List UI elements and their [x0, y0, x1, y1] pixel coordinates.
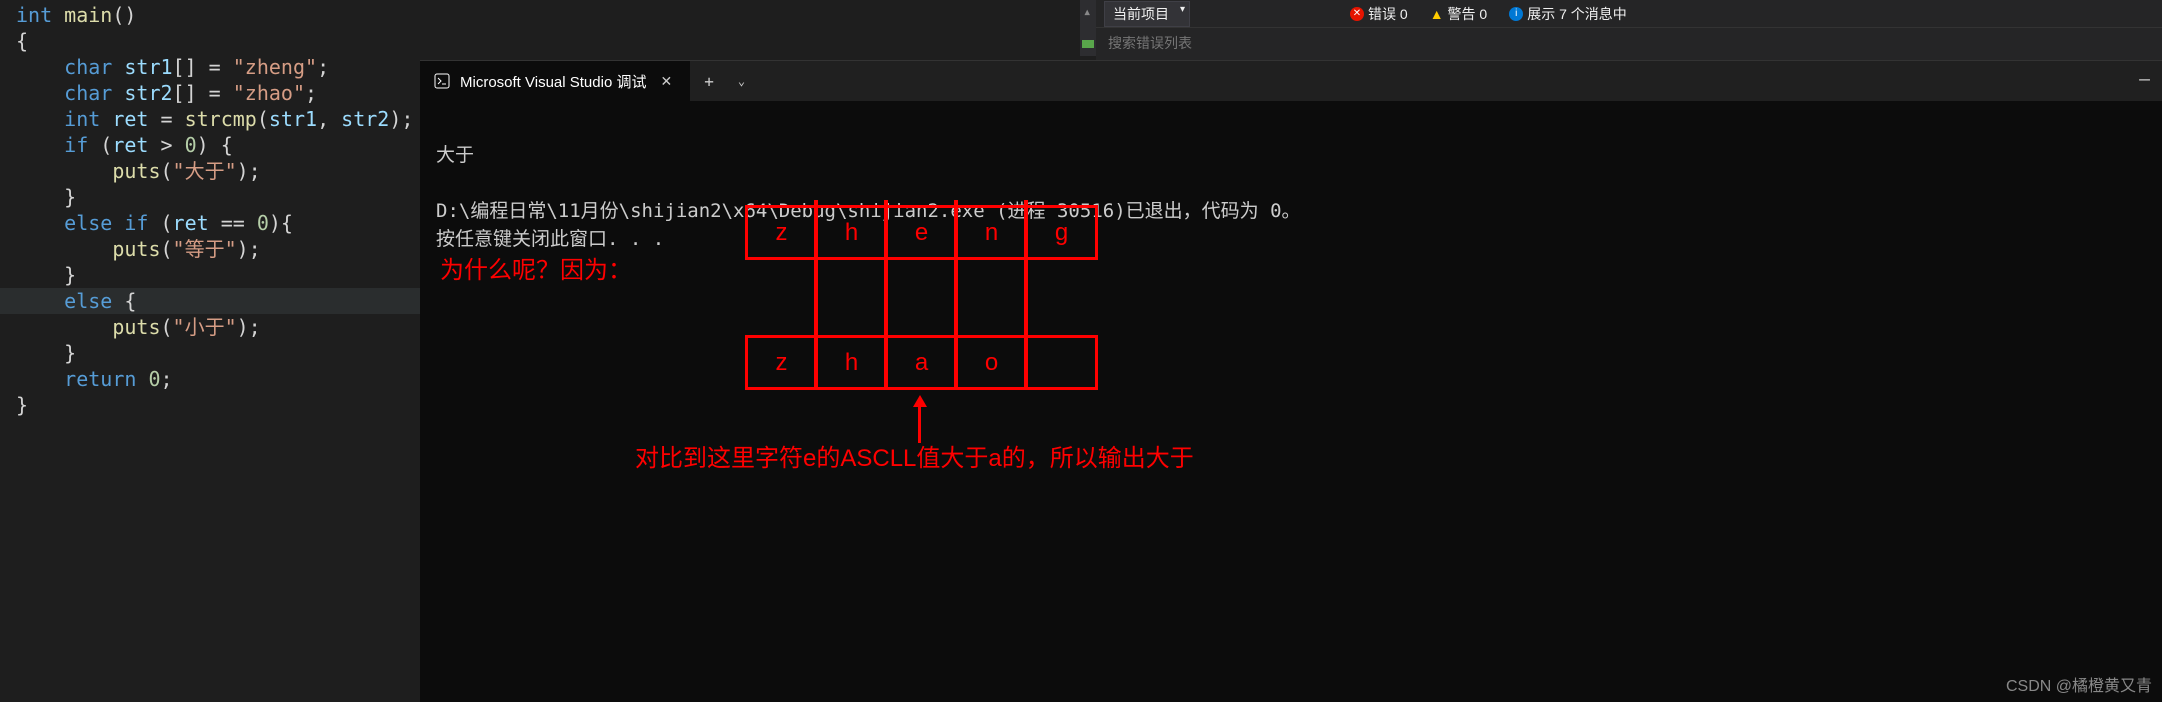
code-token: (): [112, 3, 136, 27]
terminal-tabbar: Microsoft Visual Studio 调试 ✕ + ⌄ —: [420, 61, 2162, 101]
code-token: strcmp: [185, 107, 257, 131]
error-icon: ✕: [1350, 7, 1364, 21]
scope-dropdown[interactable]: 当前项目: [1104, 1, 1190, 27]
code-token: ,: [317, 107, 341, 131]
code-token: (: [161, 237, 173, 261]
terminal-app-icon: [434, 73, 450, 89]
minimap-marker: [1082, 40, 1094, 48]
code-token: int: [16, 107, 100, 131]
code-line: {: [0, 28, 420, 54]
terminal-output[interactable]: 大于 D:\编程日常\11月份\shijian2\x64\Debug\shiji…: [420, 101, 2162, 293]
code-token: char: [16, 55, 112, 79]
output-line: D:\编程日常\11月份\shijian2\x64\Debug\shijian2…: [436, 200, 1301, 222]
code-token: str2: [341, 107, 389, 131]
code-token: [136, 367, 148, 391]
code-token: (: [88, 133, 112, 157]
code-token: "小于": [173, 315, 237, 339]
code-token: "等于": [173, 237, 237, 261]
code-token: ret: [112, 133, 148, 157]
code-token: str1: [112, 55, 172, 79]
new-tab-button[interactable]: +: [690, 72, 728, 91]
code-token: str2: [112, 81, 172, 105]
output-line: 按任意键关闭此窗口. . .: [436, 228, 664, 250]
code-token: );: [237, 315, 261, 339]
code-token: ret: [173, 211, 209, 235]
tab-dropdown-icon[interactable]: ⌄: [728, 74, 755, 88]
code-token: ==: [209, 211, 257, 235]
output-line: 大于: [436, 144, 474, 166]
code-token: puts: [16, 159, 161, 183]
terminal-tab[interactable]: Microsoft Visual Studio 调试 ✕: [420, 61, 690, 101]
code-token: (: [161, 159, 173, 183]
code-token: puts: [16, 237, 161, 261]
code-token: puts: [16, 315, 161, 339]
warnings-count: 警告 0: [1448, 4, 1488, 24]
info-icon: i: [1509, 7, 1523, 21]
code-line: }: [0, 340, 420, 366]
code-token: ;: [305, 81, 317, 105]
code-token: );: [237, 159, 261, 183]
code-token: ;: [161, 367, 173, 391]
code-token: ret: [100, 107, 148, 131]
messages-count: 展示 7 个消息中: [1527, 4, 1627, 24]
code-line: }: [0, 262, 420, 288]
code-token: int: [16, 3, 52, 27]
code-token: );: [237, 237, 261, 261]
code-token: >: [148, 133, 184, 157]
messages-filter[interactable]: i 展示 7 个消息中: [1501, 4, 1635, 24]
code-line: }: [0, 184, 420, 210]
error-search-input[interactable]: [1104, 31, 1304, 55]
code-token: ;: [317, 55, 329, 79]
code-token: str1: [269, 107, 317, 131]
terminal-tab-title: Microsoft Visual Studio 调试: [460, 71, 646, 92]
code-token: =: [148, 107, 184, 131]
close-icon[interactable]: ✕: [656, 73, 676, 90]
scroll-up-icon[interactable]: ▴: [1083, 4, 1093, 14]
code-token: (: [257, 107, 269, 131]
errors-filter[interactable]: ✕ 错误 0: [1342, 4, 1416, 24]
watermark: CSDN @橘橙黄又青: [2006, 672, 2152, 696]
code-token: [] =: [173, 81, 233, 105]
code-token: "zheng": [233, 55, 317, 79]
code-token: return: [16, 367, 136, 391]
error-search-row: [1096, 28, 2162, 58]
minimize-icon[interactable]: —: [2139, 69, 2150, 90]
scrollbar[interactable]: ▴: [1080, 0, 1096, 56]
warning-icon: ▲: [1430, 6, 1444, 22]
code-token: ){: [269, 211, 293, 235]
code-token: [] =: [173, 55, 233, 79]
code-token: "zhao": [233, 81, 305, 105]
code-token: 0: [148, 367, 160, 391]
terminal-window: Microsoft Visual Studio 调试 ✕ + ⌄ — 大于 D:…: [420, 60, 2162, 702]
code-token: if: [16, 133, 88, 157]
code-token: );: [389, 107, 413, 131]
code-token: "大于": [173, 159, 237, 183]
errors-count: 错误 0: [1368, 4, 1408, 24]
code-token: main: [52, 3, 112, 27]
code-token: (: [161, 315, 173, 339]
error-list-toolbar: 当前项目 ✕ 错误 0 ▲ 警告 0 i 展示 7 个消息中: [1096, 0, 2162, 28]
code-token: ) {: [197, 133, 233, 157]
code-token: 0: [185, 133, 197, 157]
code-token: char: [16, 81, 112, 105]
code-token: else if: [16, 211, 148, 235]
code-line: }: [0, 392, 420, 418]
code-editor[interactable]: int main() { char str1[] = "zheng"; char…: [0, 0, 420, 702]
error-list-panel: 当前项目 ✕ 错误 0 ▲ 警告 0 i 展示 7 个消息中: [1096, 0, 2162, 60]
code-token: 0: [257, 211, 269, 235]
code-token: (: [148, 211, 172, 235]
code-token: else: [16, 289, 112, 313]
warnings-filter[interactable]: ▲ 警告 0: [1422, 4, 1496, 24]
code-token: {: [112, 289, 136, 313]
